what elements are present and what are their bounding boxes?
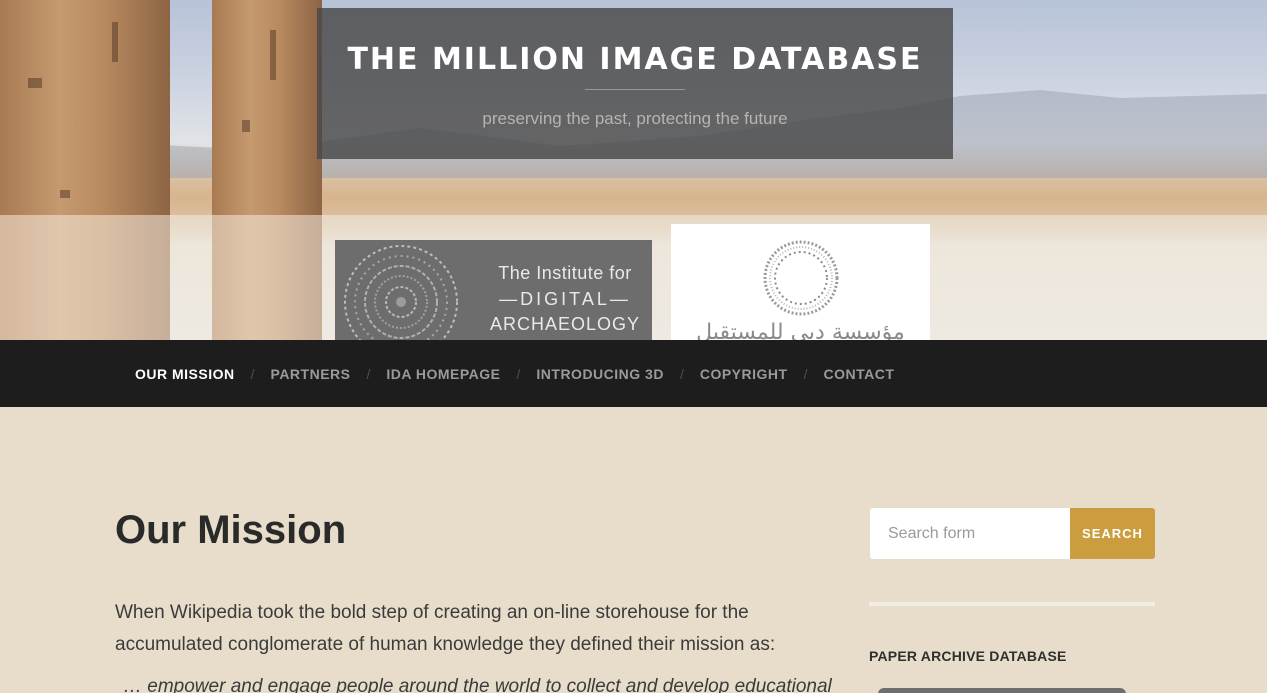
hero-banner: THE MILLION IMAGE DATABASE preserving th…	[0, 0, 1267, 340]
nav-item-introducing-3d[interactable]: INTRODUCING 3D	[536, 366, 664, 382]
nav-separator: /	[679, 365, 684, 382]
institute-digital-archaeology-logo: The Institute for —DIGITAL— ARCHAEOLOGY	[335, 240, 652, 340]
main-navigation: OUR MISSION / PARTNERS / IDA HOMEPAGE / …	[0, 340, 1267, 407]
nav-item-partners[interactable]: PARTNERS	[271, 366, 351, 382]
nav-separator: /	[803, 365, 808, 382]
ida-logo-line-2: —DIGITAL—	[499, 289, 631, 309]
museum-of-the-future-logo: مؤسسة دبي للمستقبل	[671, 224, 930, 340]
nav-separator: /	[250, 365, 255, 382]
nav-separator: /	[366, 365, 371, 382]
widget-title: PAPER ARCHIVE DATABASE	[869, 648, 1067, 664]
nav-item-contact[interactable]: CONTACT	[823, 366, 894, 382]
nav-item-ida-homepage[interactable]: IDA HOMEPAGE	[386, 366, 500, 382]
paper-archive-thumbnail[interactable]	[878, 688, 1126, 693]
column-left-image	[0, 0, 170, 340]
site-tagline: preserving the past, protecting the futu…	[482, 109, 788, 128]
ida-logo-line-1: The Institute for	[498, 263, 632, 283]
seal-icon	[344, 245, 458, 340]
nav-item-copyright[interactable]: COPYRIGHT	[700, 366, 788, 382]
title-divider	[585, 89, 685, 90]
ring-icon	[763, 240, 839, 316]
column-right-image	[212, 0, 322, 340]
search-input[interactable]	[870, 508, 1070, 559]
ida-logo-line-3: ARCHAEOLOGY	[489, 314, 641, 334]
nav-list: OUR MISSION / PARTNERS / IDA HOMEPAGE / …	[135, 340, 894, 407]
site-title[interactable]: THE MILLION IMAGE DATABASE	[317, 42, 953, 77]
nav-separator: /	[516, 365, 521, 382]
page-title: Our Mission	[115, 508, 347, 552]
site-title-box: THE MILLION IMAGE DATABASE preserving th…	[317, 8, 953, 159]
nav-item-our-mission[interactable]: OUR MISSION	[135, 366, 235, 382]
intro-paragraph: When Wikipedia took the bold step of cre…	[115, 602, 776, 655]
search-button[interactable]: SEARCH	[1070, 508, 1155, 559]
sidebar-divider	[869, 602, 1155, 606]
future-logo-arabic-text: مؤسسة دبي للمستقبل	[696, 320, 905, 340]
mission-quote: … empower and engage people around the w…	[123, 676, 832, 693]
